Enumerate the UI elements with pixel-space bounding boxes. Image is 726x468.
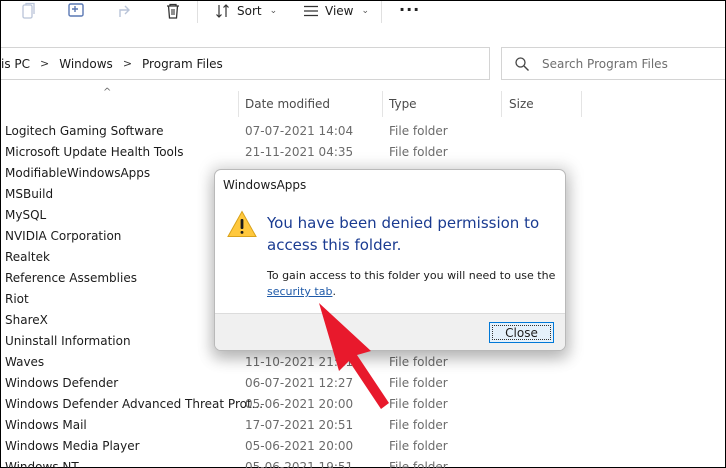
- file-name: Reference Assemblies: [5, 271, 137, 285]
- file-name: Windows Media Player: [5, 439, 140, 453]
- breadcrumb-program-files[interactable]: Program Files: [142, 57, 223, 71]
- command-bar: Sort ⌄ View ⌄ ···: [1, 1, 725, 27]
- file-name: MSBuild: [5, 187, 54, 201]
- search-placeholder: Search Program Files: [542, 56, 668, 71]
- table-row[interactable]: Logitech Gaming Software 07-07-2021 14:04…: [1, 121, 725, 142]
- table-row[interactable]: Windows NT 05-06-2021 19:51 File folder: [1, 457, 725, 468]
- column-divider[interactable]: [581, 91, 582, 117]
- column-header-size[interactable]: Size: [509, 91, 534, 117]
- share-arrow-icon[interactable]: [117, 2, 135, 20]
- file-name: Windows Mail: [5, 418, 87, 432]
- dialog-heading: You have been denied permission to acces…: [267, 214, 540, 254]
- dialog-title: WindowsApps: [223, 178, 307, 192]
- date-modified: 07-07-2021 14:04: [245, 124, 354, 138]
- sort-icon: [216, 4, 229, 18]
- file-name: ModifiableWindowsApps: [5, 166, 151, 180]
- view-label: View: [325, 4, 354, 18]
- sort-caret-icon: ^: [103, 87, 112, 98]
- file-name: NVIDIA Corporation: [5, 229, 122, 243]
- chevron-down-icon: ⌄: [361, 6, 370, 16]
- file-type: File folder: [389, 124, 448, 138]
- file-name: Uninstall Information: [5, 334, 131, 348]
- red-arrow-annotation: [301, 291, 411, 431]
- file-name: Windows Defender: [5, 376, 119, 390]
- share-icon[interactable]: [67, 2, 85, 20]
- sort-button[interactable]: Sort ⌄: [215, 2, 277, 20]
- column-header-type[interactable]: Type: [389, 91, 417, 117]
- column-divider[interactable]: [501, 91, 502, 117]
- column-divider[interactable]: [382, 91, 383, 117]
- search-icon: [515, 56, 529, 71]
- file-name: Logitech Gaming Software: [5, 124, 164, 138]
- file-name: MySQL: [5, 208, 47, 222]
- file-type: File folder: [389, 145, 448, 159]
- file-type: File folder: [389, 460, 448, 468]
- close-button[interactable]: Close: [489, 322, 554, 343]
- file-name: Windows Defender Advanced Threat Prot...: [5, 397, 264, 411]
- file-name: Windows NT: [5, 460, 79, 468]
- toolbar-separator: [381, 1, 382, 23]
- chevron-down-icon: ⌄: [269, 6, 278, 16]
- date-modified: 21-11-2021 04:35: [245, 145, 354, 159]
- copy-icon[interactable]: [19, 2, 37, 20]
- view-icon: [304, 5, 318, 17]
- date-modified: 05-06-2021 20:00: [245, 439, 354, 453]
- toolbar-separator: [197, 1, 198, 23]
- file-name: Riot: [5, 292, 29, 306]
- address-bar[interactable]: is PC > Windows > Program Files: [1, 47, 490, 80]
- file-name: Waves: [5, 355, 45, 369]
- warning-icon: [227, 210, 257, 238]
- table-row[interactable]: Microsoft Update Health Tools 21-11-2021 …: [1, 142, 725, 163]
- search-box[interactable]: Search Program Files: [501, 47, 725, 80]
- chevron-right-icon[interactable]: >: [123, 57, 132, 70]
- column-divider[interactable]: [238, 91, 239, 117]
- file-name: Realtek: [5, 250, 50, 264]
- trash-icon[interactable]: [164, 2, 182, 20]
- column-header-date[interactable]: Date modified: [245, 91, 330, 117]
- breadcrumb-this-pc[interactable]: is PC: [1, 57, 30, 71]
- dialog-body-text: To gain access to this folder you will n…: [267, 269, 556, 282]
- breadcrumb-windows[interactable]: Windows: [59, 57, 113, 71]
- date-modified: 05-06-2021 19:51: [245, 460, 354, 468]
- sort-label: Sort: [237, 4, 262, 18]
- file-name: Microsoft Update Health Tools: [5, 145, 184, 159]
- table-row[interactable]: Windows Media Player 05-06-2021 20:00 File…: [1, 436, 725, 457]
- file-type: File folder: [389, 439, 448, 453]
- chevron-right-icon[interactable]: >: [40, 57, 49, 70]
- more-icon[interactable]: ···: [399, 2, 420, 18]
- file-name: ShareX: [5, 313, 48, 327]
- view-button[interactable]: View ⌄: [303, 2, 369, 20]
